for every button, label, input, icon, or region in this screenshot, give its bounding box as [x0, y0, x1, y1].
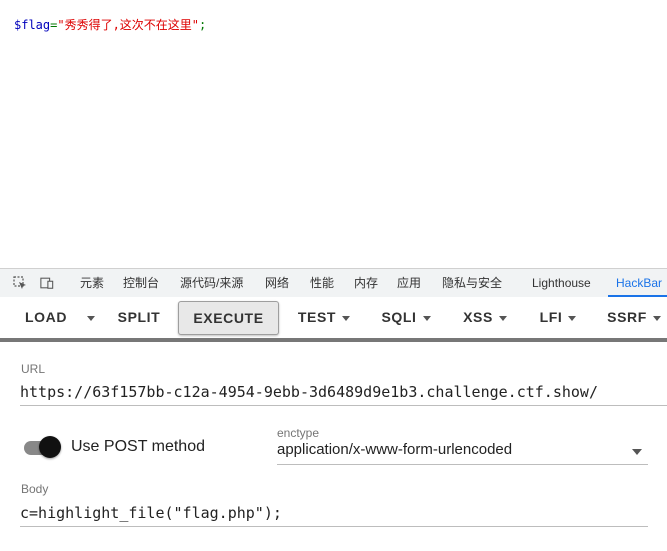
tab-lighthouse[interactable]: Lighthouse: [532, 269, 591, 297]
lfi-menu-button[interactable]: LFI: [532, 301, 584, 333]
ssrf-menu-button[interactable]: SSRF: [602, 301, 666, 333]
chevron-down-icon: [87, 315, 95, 321]
xss-menu-button[interactable]: XSS: [456, 301, 514, 333]
php-output: $flag="秀秀得了,这次不在这里";: [14, 16, 206, 33]
chevron-down-icon: [652, 315, 661, 321]
sqli-menu-label: SQLI: [381, 309, 417, 325]
ssrf-menu-label: SSRF: [607, 309, 647, 325]
tab-console[interactable]: 控制台: [123, 269, 159, 297]
split-button[interactable]: SPLIT: [110, 301, 168, 333]
url-input[interactable]: [20, 379, 667, 406]
lfi-menu-label: LFI: [539, 309, 563, 325]
tab-network[interactable]: 网络: [265, 269, 289, 297]
execute-button[interactable]: EXECUTE: [178, 301, 279, 335]
chevron-down-icon: [342, 315, 351, 321]
execute-button-label: EXECUTE: [193, 310, 264, 326]
chevron-down-icon: [498, 315, 507, 321]
xss-menu-label: XSS: [463, 309, 493, 325]
tab-application[interactable]: 应用: [397, 269, 421, 297]
tab-performance[interactable]: 性能: [310, 269, 334, 297]
sqli-menu-button[interactable]: SQLI: [374, 301, 438, 333]
post-method-label: Use POST method: [71, 438, 205, 455]
tab-memory[interactable]: 内存: [354, 269, 378, 297]
hackbar-toolbar: LOAD SPLIT EXECUTE TEST SQLI XSS LFI SSR…: [0, 297, 667, 337]
tab-elements[interactable]: 元素: [80, 269, 104, 297]
load-button-label: LOAD: [24, 309, 68, 325]
toggle-thumb: [39, 436, 61, 458]
page-content: $flag="秀秀得了,这次不在这里";: [0, 0, 667, 268]
url-label: URL: [21, 362, 46, 376]
php-string: "秀秀得了,这次不在这里": [57, 18, 200, 32]
enctype-value: application/x-www-form-urlencoded: [277, 441, 513, 458]
device-toolbar-icon[interactable]: [40, 276, 54, 290]
tab-hackbar[interactable]: HackBar: [607, 269, 667, 297]
chevron-down-icon: [568, 315, 577, 321]
chevron-down-icon: [422, 315, 431, 321]
post-method-toggle[interactable]: [22, 436, 62, 460]
php-semicolon: ;: [199, 18, 207, 32]
load-dropdown-toggle[interactable]: [82, 301, 100, 333]
tab-privacy-security[interactable]: 隐私与安全: [442, 269, 502, 297]
test-menu-button[interactable]: TEST: [290, 301, 358, 333]
php-variable: $flag: [14, 18, 51, 32]
body-input[interactable]: [20, 500, 648, 527]
devtools-panel: 元素 控制台 源代码/来源 网络 性能 内存 应用 隐私与安全 Lighthou…: [0, 268, 667, 551]
enctype-select[interactable]: application/x-www-form-urlencoded: [277, 440, 648, 465]
split-button-label: SPLIT: [117, 309, 161, 325]
test-menu-label: TEST: [297, 309, 337, 325]
toolbar-divider: [0, 338, 667, 342]
enctype-label: enctype: [277, 426, 320, 440]
inspect-element-icon[interactable]: [13, 276, 27, 290]
dropdown-arrow-icon: [632, 449, 642, 455]
tab-sources[interactable]: 源代码/来源: [180, 269, 243, 297]
load-button[interactable]: LOAD: [18, 301, 74, 333]
body-label: Body: [21, 482, 49, 496]
devtools-tabbar: 元素 控制台 源代码/来源 网络 性能 内存 应用 隐私与安全 Lighthou…: [0, 268, 667, 298]
